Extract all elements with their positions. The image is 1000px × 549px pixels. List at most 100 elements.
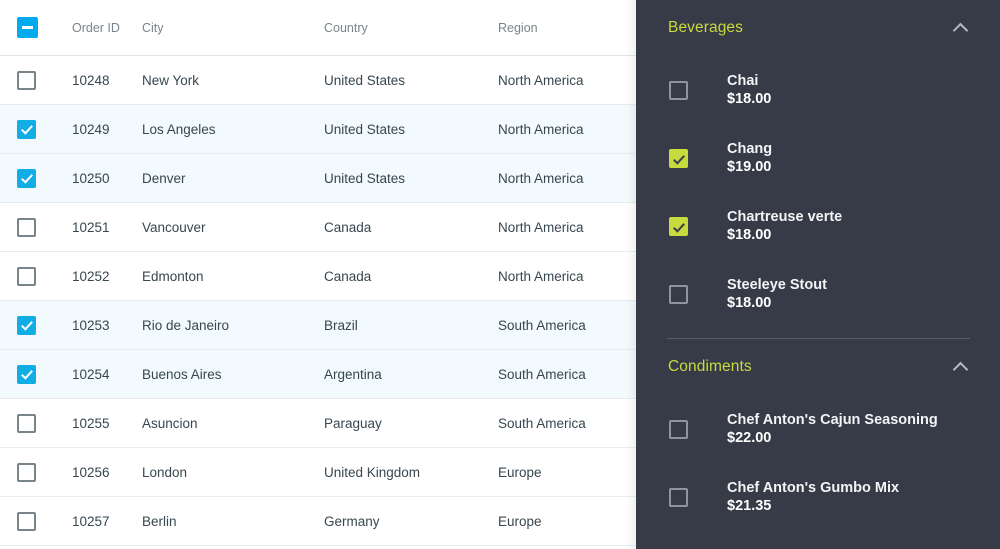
row-select-cell[interactable] bbox=[0, 316, 72, 335]
table-row[interactable]: 10257BerlinGermanyEurope bbox=[0, 497, 636, 546]
row-select-cell[interactable] bbox=[0, 169, 72, 188]
column-header-region[interactable]: Region bbox=[498, 21, 636, 35]
table-row[interactable]: 10250DenverUnited StatesNorth America bbox=[0, 154, 636, 203]
product-select-cell[interactable] bbox=[669, 81, 727, 100]
table-row[interactable]: 10252EdmontonCanadaNorth America bbox=[0, 252, 636, 301]
column-header-order-id[interactable]: Order ID bbox=[72, 21, 142, 35]
row-checkbox-checked[interactable] bbox=[17, 169, 36, 188]
row-checkbox-unchecked[interactable] bbox=[17, 218, 36, 237]
row-checkbox-checked[interactable] bbox=[17, 316, 36, 335]
cell-country: United States bbox=[324, 122, 498, 137]
row-select-cell[interactable] bbox=[0, 463, 72, 482]
table-row[interactable]: 10254Buenos AiresArgentinaSouth America bbox=[0, 350, 636, 399]
row-checkbox-checked[interactable] bbox=[17, 365, 36, 384]
row-checkbox-unchecked[interactable] bbox=[17, 267, 36, 286]
table-row[interactable]: 10256LondonUnited KingdomEurope bbox=[0, 448, 636, 497]
cell-region: Europe bbox=[498, 514, 636, 529]
list-item[interactable]: Chang$19.00 bbox=[636, 124, 1000, 192]
panel-group-header-condiments[interactable]: Condiments bbox=[636, 339, 1000, 395]
product-select-cell[interactable] bbox=[669, 217, 727, 236]
row-select-cell[interactable] bbox=[0, 71, 72, 90]
cell-country: United Kingdom bbox=[324, 465, 498, 480]
column-header-country[interactable]: Country bbox=[324, 21, 498, 35]
list-item[interactable]: Chartreuse verte$18.00 bbox=[636, 192, 1000, 260]
select-all-cell[interactable] bbox=[0, 17, 72, 38]
cell-city: Rio de Janeiro bbox=[142, 318, 324, 333]
list-item[interactable]: Chef Anton's Cajun Seasoning$22.00 bbox=[636, 395, 1000, 463]
row-select-cell[interactable] bbox=[0, 414, 72, 433]
product-name: Chang bbox=[727, 140, 772, 158]
row-select-cell[interactable] bbox=[0, 120, 72, 139]
cell-city: London bbox=[142, 465, 324, 480]
list-item[interactable]: Chai$18.00 bbox=[636, 56, 1000, 124]
cell-region: South America bbox=[498, 318, 636, 333]
list-item[interactable]: Steeleye Stout$18.00 bbox=[636, 260, 1000, 328]
cell-order-id: 10251 bbox=[72, 220, 142, 235]
cell-country: Argentina bbox=[324, 367, 498, 382]
product-checkbox-checked[interactable] bbox=[669, 149, 688, 168]
cell-city: Denver bbox=[142, 171, 324, 186]
row-select-cell[interactable] bbox=[0, 365, 72, 384]
cell-country: United States bbox=[324, 171, 498, 186]
cell-city: Vancouver bbox=[142, 220, 324, 235]
chevron-up-icon[interactable] bbox=[953, 20, 970, 37]
row-checkbox-checked[interactable] bbox=[17, 120, 36, 139]
row-checkbox-unchecked[interactable] bbox=[17, 463, 36, 482]
list-item[interactable]: Chef Anton's Gumbo Mix$21.35 bbox=[636, 463, 1000, 531]
table-row[interactable]: 10251VancouverCanadaNorth America bbox=[0, 203, 636, 252]
cell-order-id: 10249 bbox=[72, 122, 142, 137]
product-checkbox-checked[interactable] bbox=[669, 217, 688, 236]
cell-country: Paraguay bbox=[324, 416, 498, 431]
table-row[interactable]: 10255AsuncionParaguaySouth America bbox=[0, 399, 636, 448]
cell-region: South America bbox=[498, 416, 636, 431]
table-row[interactable]: 10249Los AngelesUnited StatesNorth Ameri… bbox=[0, 105, 636, 154]
table-row[interactable]: 10248New YorkUnited StatesNorth America bbox=[0, 56, 636, 105]
panel-group-title: Condiments bbox=[668, 358, 752, 376]
select-all-checkbox[interactable] bbox=[17, 17, 38, 38]
product-checkbox-unchecked[interactable] bbox=[669, 420, 688, 439]
product-price: $19.00 bbox=[727, 158, 772, 176]
product-checkbox-unchecked[interactable] bbox=[669, 81, 688, 100]
product-info: Chef Anton's Cajun Seasoning$22.00 bbox=[727, 411, 938, 448]
product-name: Chef Anton's Cajun Seasoning bbox=[727, 411, 938, 429]
cell-region: South America bbox=[498, 367, 636, 382]
cell-city: Asuncion bbox=[142, 416, 324, 431]
cell-order-id: 10253 bbox=[72, 318, 142, 333]
cell-order-id: 10256 bbox=[72, 465, 142, 480]
cell-region: North America bbox=[498, 171, 636, 186]
product-info: Chartreuse verte$18.00 bbox=[727, 208, 842, 245]
product-name: Steeleye Stout bbox=[727, 276, 827, 294]
row-checkbox-unchecked[interactable] bbox=[17, 71, 36, 90]
table-row[interactable]: 10253Rio de JaneiroBrazilSouth America bbox=[0, 301, 636, 350]
panel-group-header-beverages[interactable]: Beverages bbox=[636, 0, 1000, 56]
cell-country: Germany bbox=[324, 514, 498, 529]
panel-group-title: Beverages bbox=[668, 19, 743, 37]
cell-country: United States bbox=[324, 73, 498, 88]
row-checkbox-unchecked[interactable] bbox=[17, 414, 36, 433]
column-header-city[interactable]: City bbox=[142, 21, 324, 35]
cell-city: Buenos Aires bbox=[142, 367, 324, 382]
grid-body: 10248New YorkUnited StatesNorth America1… bbox=[0, 56, 636, 546]
row-checkbox-unchecked[interactable] bbox=[17, 512, 36, 531]
product-info: Chai$18.00 bbox=[727, 72, 771, 109]
cell-country: Canada bbox=[324, 220, 498, 235]
row-select-cell[interactable] bbox=[0, 512, 72, 531]
product-info: Steeleye Stout$18.00 bbox=[727, 276, 827, 313]
product-checkbox-unchecked[interactable] bbox=[669, 285, 688, 304]
cell-region: North America bbox=[498, 269, 636, 284]
chevron-up-icon[interactable] bbox=[953, 359, 970, 376]
product-select-cell[interactable] bbox=[669, 420, 727, 439]
product-select-cell[interactable] bbox=[669, 285, 727, 304]
cell-city: Edmonton bbox=[142, 269, 324, 284]
cell-city: Berlin bbox=[142, 514, 324, 529]
product-name: Chai bbox=[727, 72, 771, 90]
product-select-cell[interactable] bbox=[669, 149, 727, 168]
row-select-cell[interactable] bbox=[0, 267, 72, 286]
product-checkbox-unchecked[interactable] bbox=[669, 488, 688, 507]
product-name: Chef Anton's Gumbo Mix bbox=[727, 479, 899, 497]
product-info: Chang$19.00 bbox=[727, 140, 772, 177]
grid-header-row: Order ID City Country Region bbox=[0, 0, 636, 56]
cell-city: Los Angeles bbox=[142, 122, 324, 137]
product-select-cell[interactable] bbox=[669, 488, 727, 507]
row-select-cell[interactable] bbox=[0, 218, 72, 237]
